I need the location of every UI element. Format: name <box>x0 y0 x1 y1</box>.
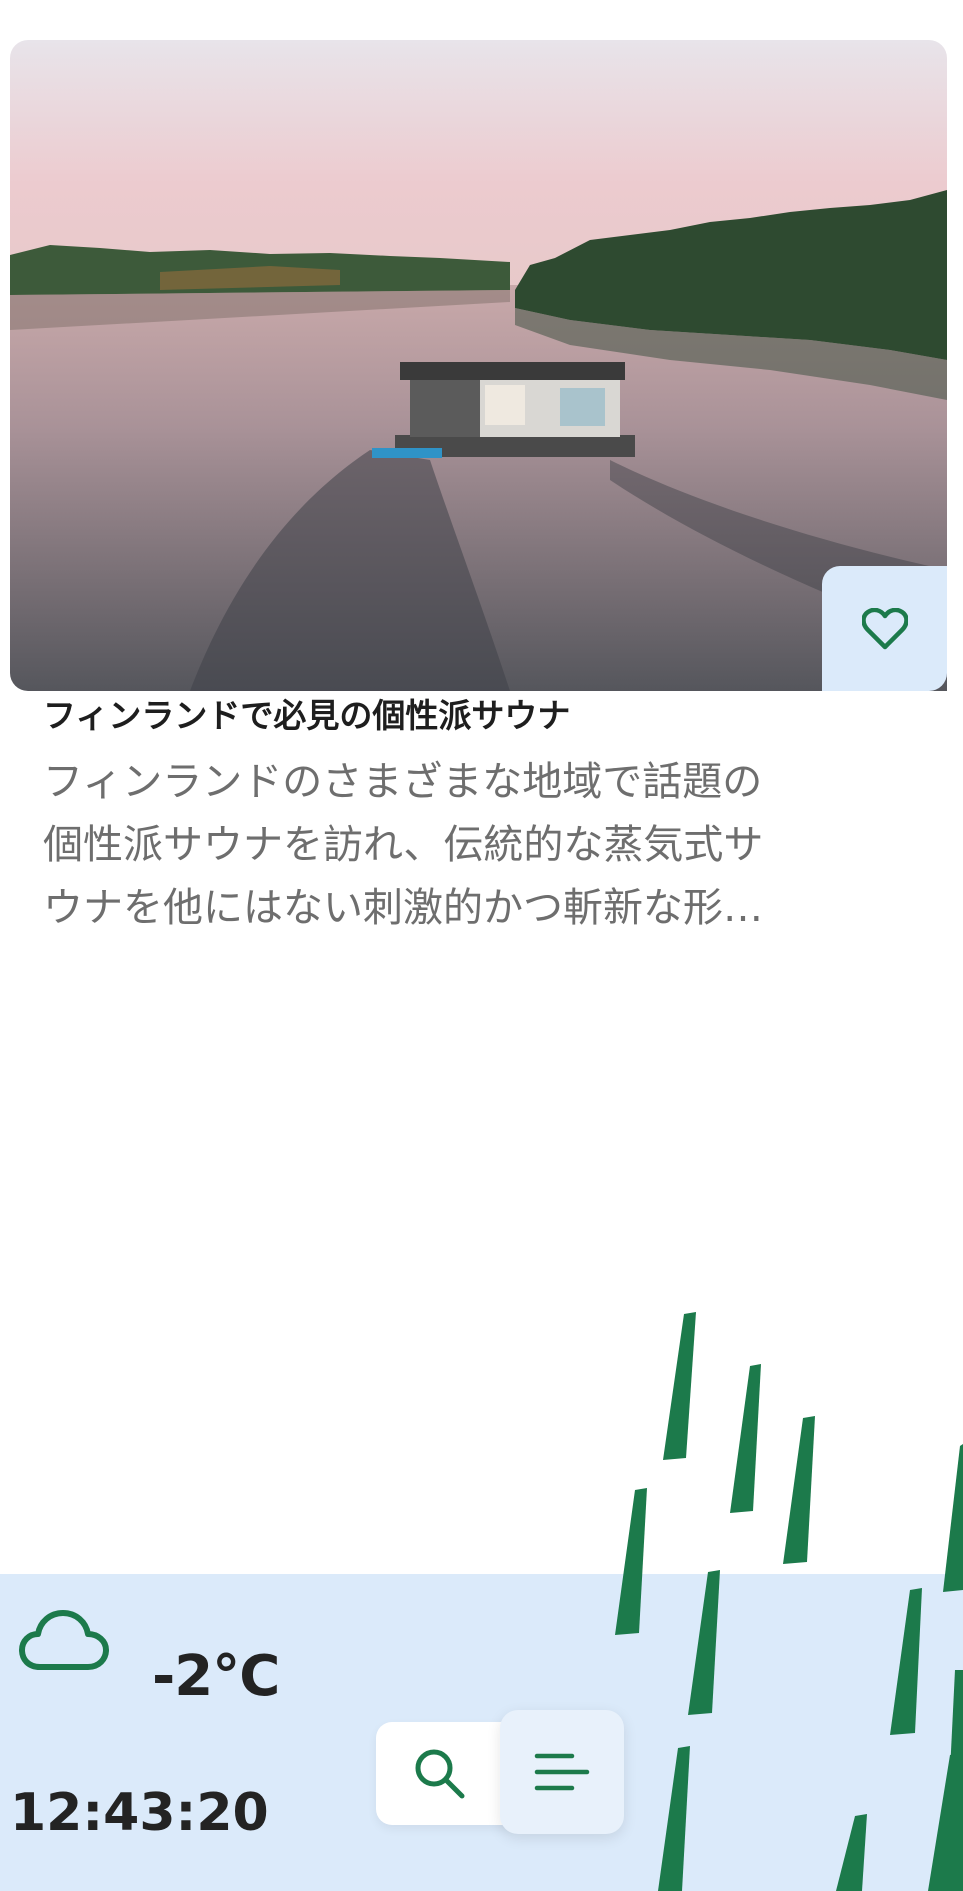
article-image[interactable] <box>10 40 947 691</box>
heart-icon <box>861 607 908 649</box>
temperature: -2°C <box>152 1644 280 1709</box>
forest-decoration <box>610 1300 963 1891</box>
favorite-button[interactable] <box>822 566 947 691</box>
menu-button[interactable] <box>500 1710 624 1834</box>
article-title[interactable]: フィンランドで必見の個性派サウナ <box>43 695 783 737</box>
search-button[interactable] <box>376 1722 516 1825</box>
cloud-icon <box>18 1605 110 1677</box>
search-icon <box>415 1749 465 1798</box>
article-text[interactable]: フィンランドで必見の個性派サウナ フィンランドのさまざまな地域で話題の個性派サウ… <box>43 695 783 940</box>
menu-icon <box>534 1753 590 1791</box>
article-description: フィンランドのさまざまな地域で話題の個性派サウナを訪れ、伝統的な蒸気式サウナを他… <box>43 759 764 931</box>
clock-time: 12:43:20 <box>10 1783 269 1843</box>
article-card[interactable] <box>10 40 947 691</box>
